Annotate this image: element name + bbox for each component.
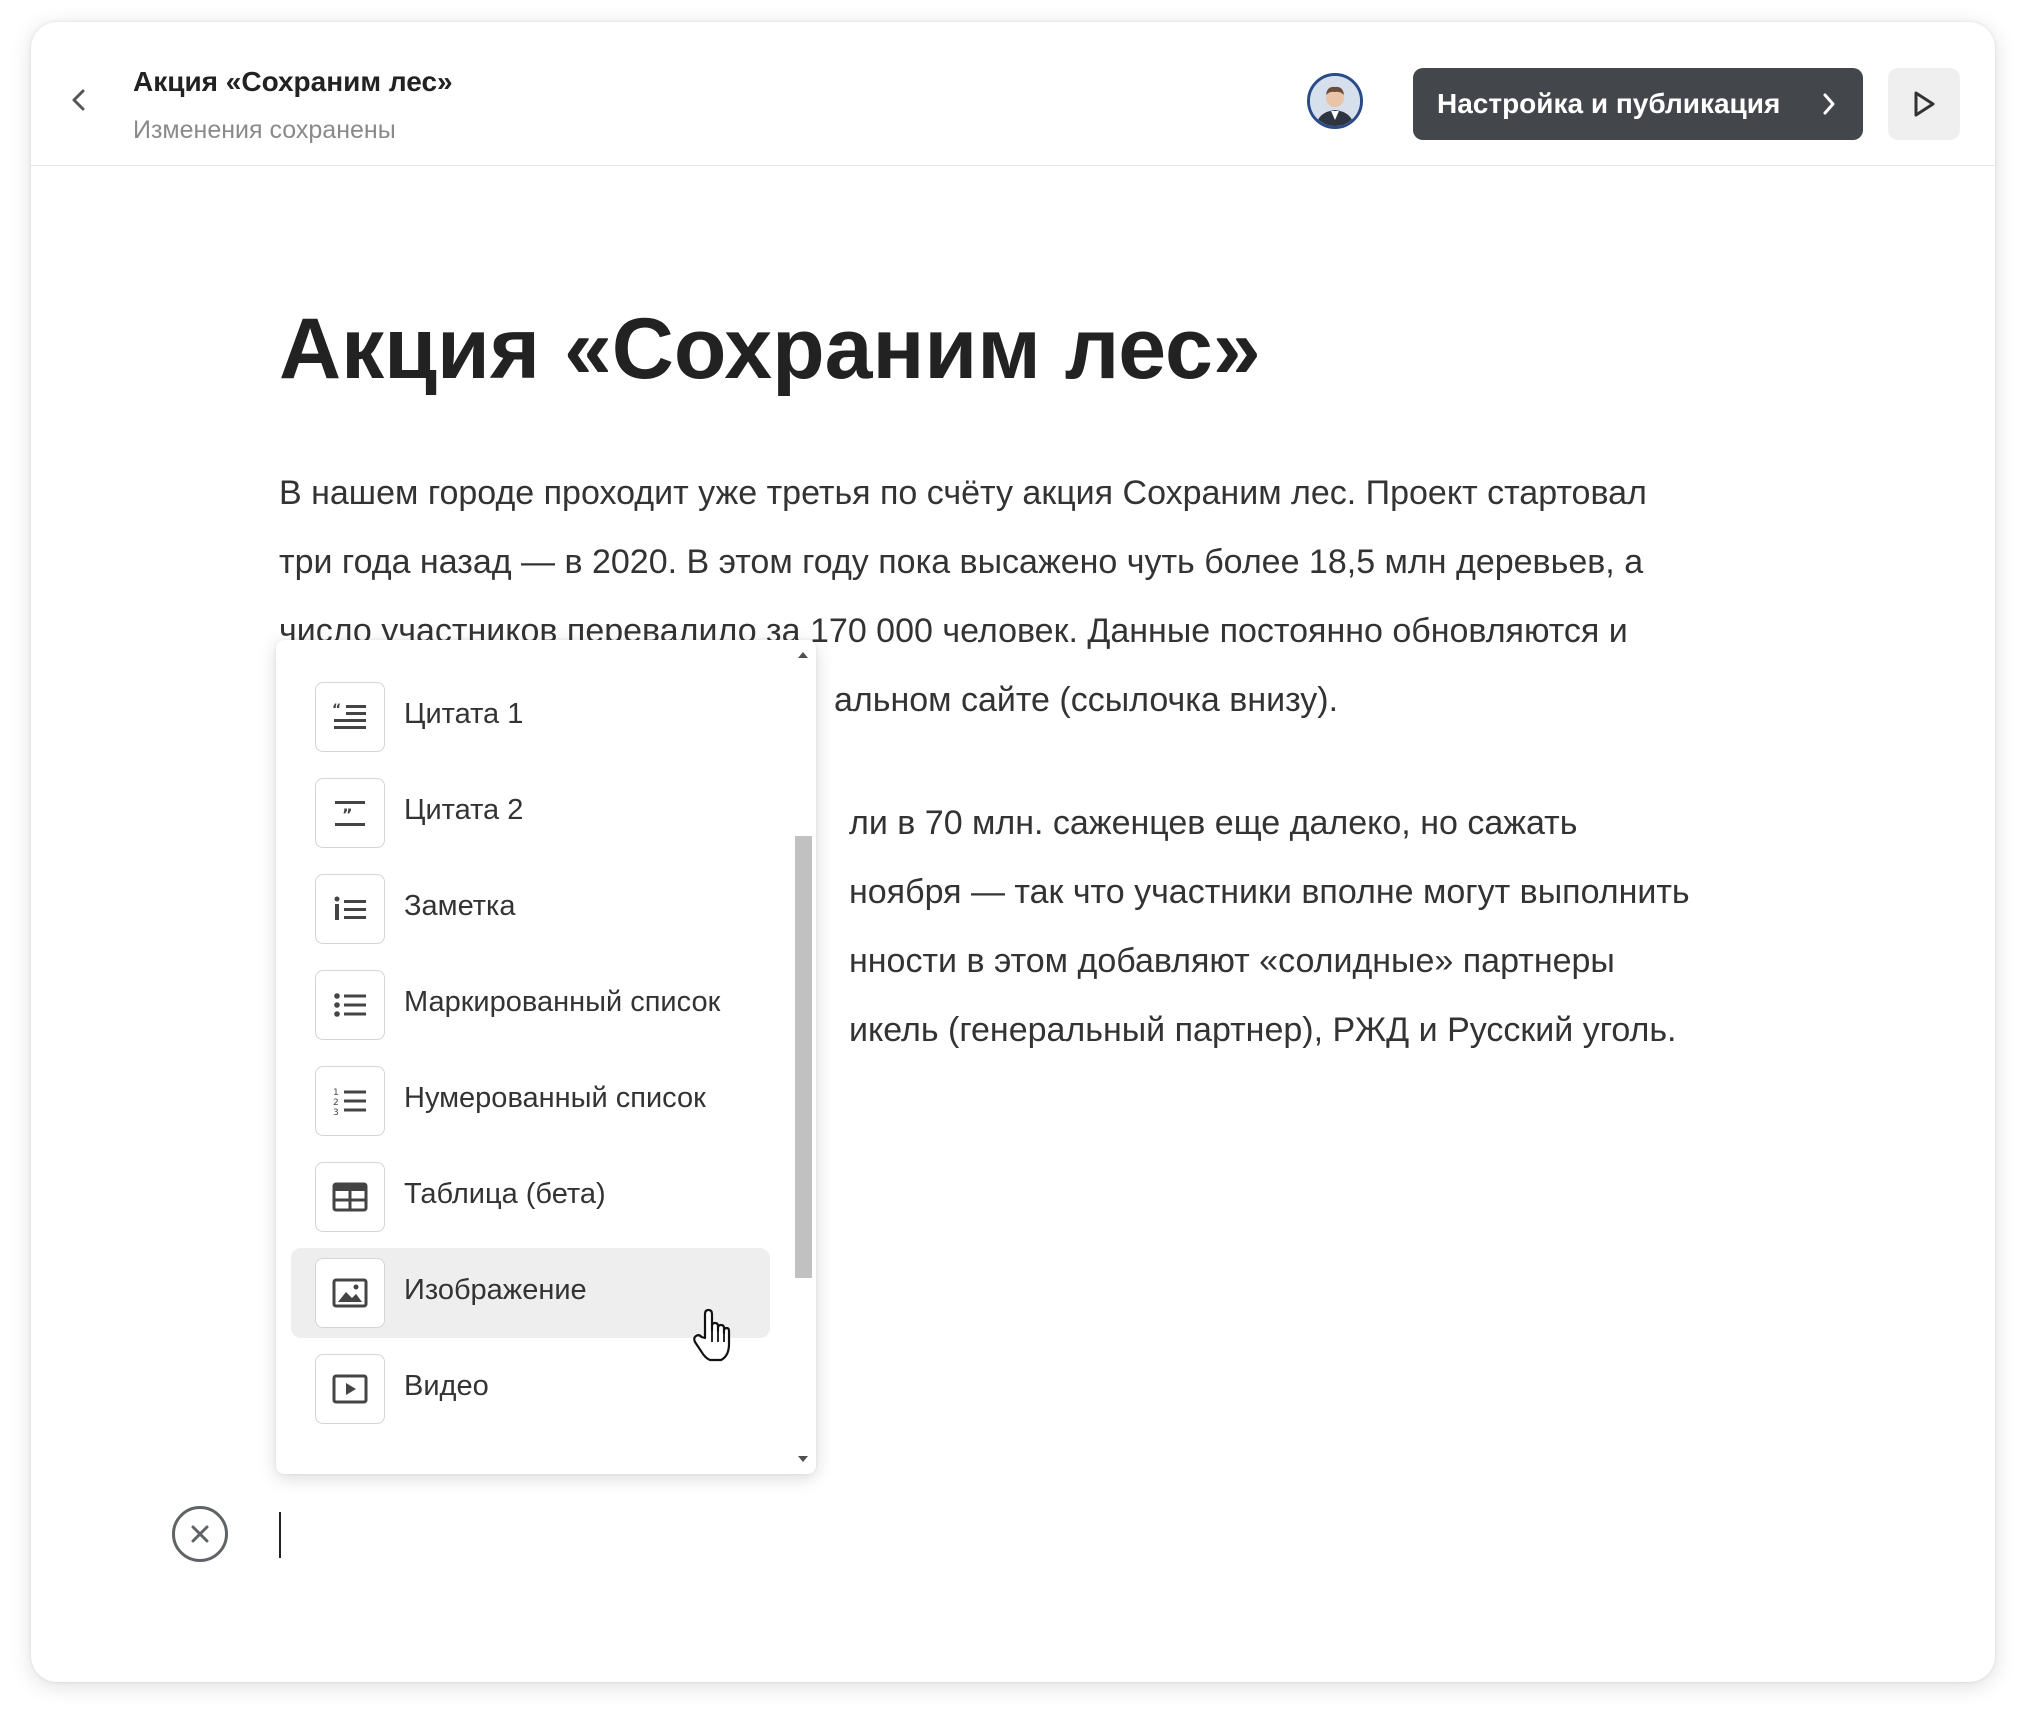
paragraph-line: В нашем городе проходит уже третья по сч… — [279, 474, 1647, 512]
save-status: Изменения сохранены — [133, 116, 396, 144]
text-caret — [279, 1512, 281, 1558]
menu-scrollbar[interactable] — [791, 640, 816, 1474]
back-button[interactable] — [53, 74, 105, 126]
menu-item-quote-2[interactable]: ” Цитата 2 — [291, 768, 770, 858]
numbered-list-icon: 1 2 3 — [315, 1066, 385, 1136]
user-photo-icon — [1310, 76, 1360, 126]
svg-text:2: 2 — [333, 1098, 339, 1108]
table-icon — [315, 1162, 385, 1232]
menu-item-table[interactable]: Таблица (бета) — [291, 1152, 770, 1242]
scroll-up-arrow-icon[interactable] — [796, 650, 810, 660]
menu-item-label: Цитата 2 — [404, 794, 524, 826]
menu-item-label: Таблица (бета) — [404, 1178, 606, 1210]
quote-2-icon: ” — [315, 778, 385, 848]
editor-window: Акция «Сохраним лес» Изменения сохранены… — [31, 22, 1995, 1682]
block-insert-menu: “ Цитата 1 ” Цитата 2 Заметка Маркирован… — [276, 640, 816, 1474]
chevron-right-icon — [1823, 93, 1835, 115]
svg-text:3: 3 — [333, 1108, 339, 1116]
svg-text:”: ” — [342, 805, 353, 824]
bulleted-list-icon — [315, 970, 385, 1040]
menu-item-note[interactable]: Заметка — [291, 864, 770, 954]
video-icon — [315, 1354, 385, 1424]
menu-item-numbered-list[interactable]: 1 2 3 Нумерованный список — [291, 1056, 770, 1146]
quote-1-icon: “ — [315, 682, 385, 752]
preview-button[interactable] — [1888, 68, 1960, 140]
svg-text:“: “ — [332, 702, 341, 718]
scroll-down-arrow-icon[interactable] — [796, 1454, 810, 1464]
image-icon — [315, 1258, 385, 1328]
menu-item-bulleted-list[interactable]: Маркированный список — [291, 960, 770, 1050]
close-icon — [191, 1525, 209, 1543]
document-title: Акция «Сохраним лес» — [133, 66, 453, 97]
menu-item-label: Нумерованный список — [404, 1082, 706, 1114]
editor-header: Акция «Сохраним лес» Изменения сохранены… — [31, 22, 1995, 166]
play-icon — [1914, 91, 1935, 117]
svg-text:1: 1 — [333, 1088, 339, 1098]
close-insert-menu-button[interactable] — [172, 1506, 228, 1562]
note-icon — [315, 874, 385, 944]
publish-settings-label: Настройка и публикация — [1437, 88, 1781, 119]
paragraph-line: три года назад — в 2020. В этом году пок… — [279, 543, 1644, 581]
menu-item-label: Маркированный список — [404, 986, 721, 1018]
menu-item-quote-1[interactable]: “ Цитата 1 — [291, 672, 770, 762]
menu-item-label: Заметка — [404, 890, 516, 922]
avatar[interactable] — [1307, 73, 1363, 129]
hand-cursor-icon — [693, 1308, 731, 1362]
menu-item-label: Изображение — [404, 1274, 587, 1306]
article-title[interactable]: Акция «Сохраним лес» — [279, 302, 1261, 397]
menu-item-label: Цитата 1 — [404, 698, 524, 730]
menu-item-label: Видео — [404, 1370, 489, 1402]
scroll-thumb[interactable] — [795, 836, 812, 1278]
publish-settings-button[interactable]: Настройка и публикация — [1413, 68, 1863, 140]
chevron-left-icon — [72, 89, 85, 111]
